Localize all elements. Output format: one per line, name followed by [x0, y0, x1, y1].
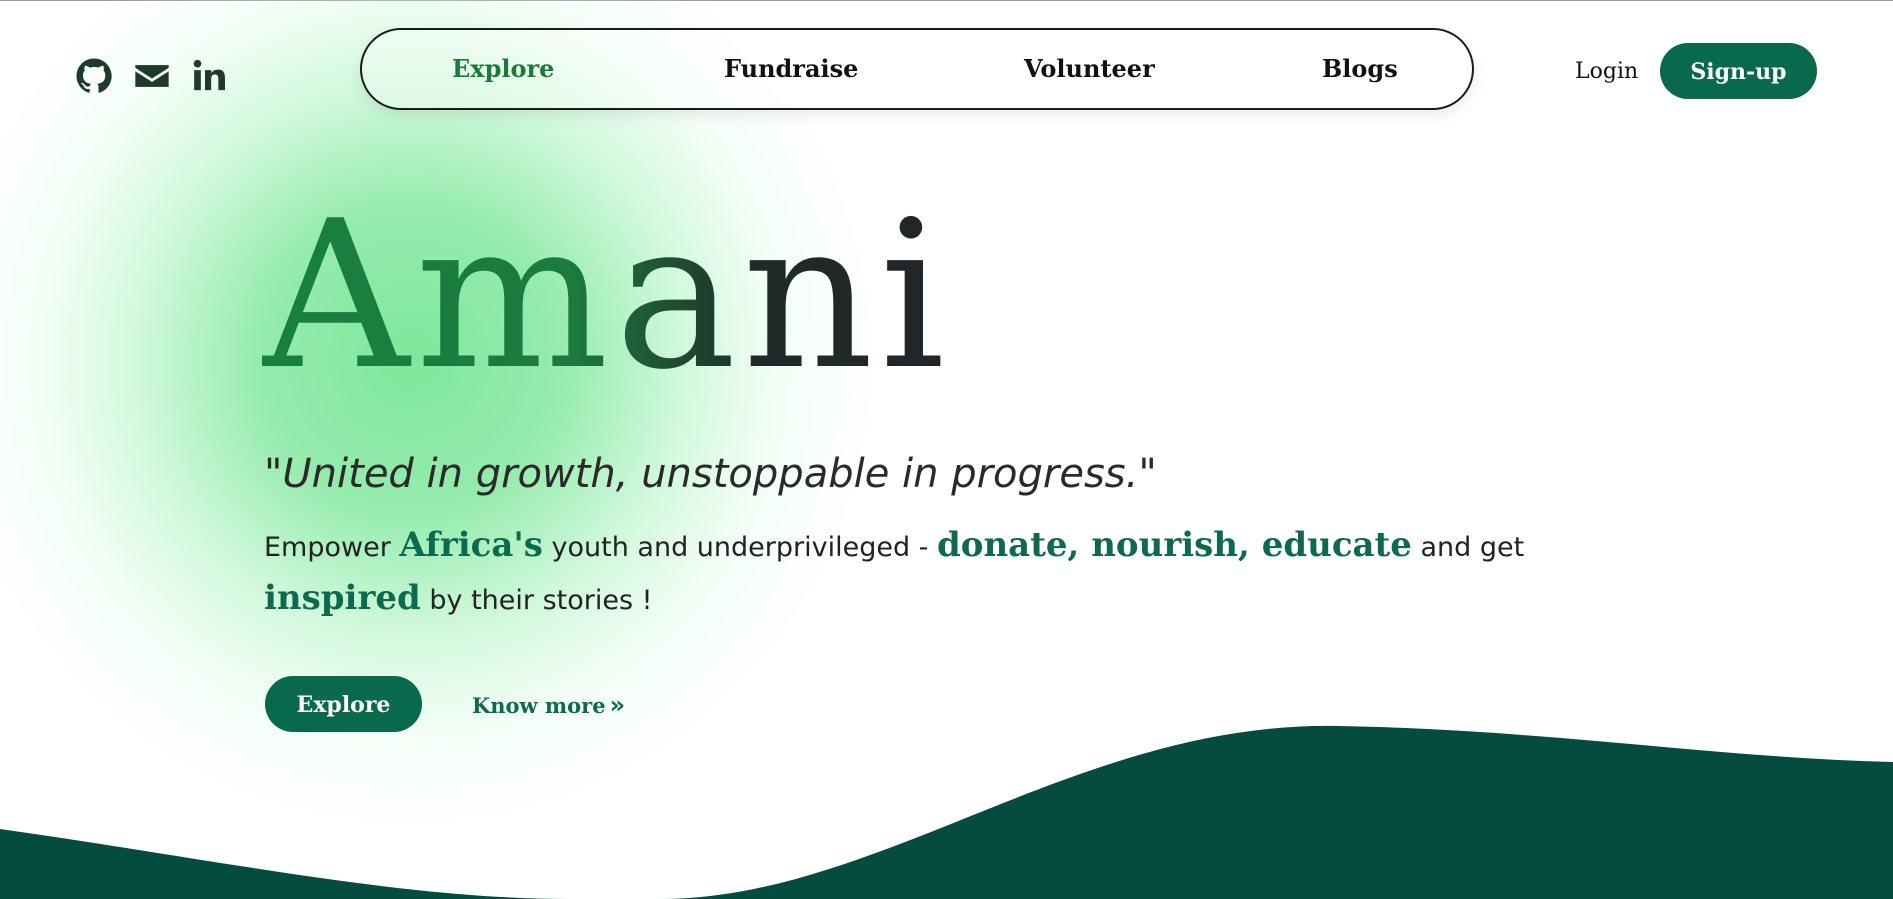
description-text: youth and underprivileged - — [542, 532, 937, 563]
nav-item-fundraise[interactable]: Fundraise — [724, 54, 858, 84]
double-chevron-right-icon: » — [609, 691, 626, 719]
login-link[interactable]: Login — [1575, 57, 1638, 87]
hero-description: Empower Africa's youth and underprivileg… — [264, 520, 1594, 626]
explore-button[interactable]: Explore — [265, 676, 422, 732]
mail-icon[interactable] — [132, 56, 172, 96]
description-text: Empower — [264, 532, 400, 563]
signup-button[interactable]: Sign-up — [1660, 43, 1817, 99]
know-more-link[interactable]: Know more» — [472, 690, 625, 721]
social-links — [74, 56, 230, 96]
description-highlight-actions: donate, nourish, educate — [937, 525, 1412, 565]
linkedin-icon[interactable] — [190, 56, 230, 96]
main-nav: Explore Fundraise Volunteer Blogs — [360, 28, 1474, 110]
nav-item-blogs[interactable]: Blogs — [1322, 54, 1398, 84]
description-text: by their stories ! — [420, 585, 653, 616]
hero-tagline: "United in growth, unstoppable in progre… — [264, 451, 1157, 497]
hero-title: Amani — [262, 178, 952, 415]
nav-item-volunteer[interactable]: Volunteer — [1024, 54, 1155, 84]
description-text: and get — [1411, 532, 1525, 563]
nav-item-explore[interactable]: Explore — [452, 54, 554, 84]
know-more-label: Know more — [472, 693, 606, 718]
description-highlight-inspired: inspired — [264, 578, 421, 618]
github-icon[interactable] — [74, 56, 114, 96]
description-highlight-africa: Africa's — [399, 525, 543, 565]
